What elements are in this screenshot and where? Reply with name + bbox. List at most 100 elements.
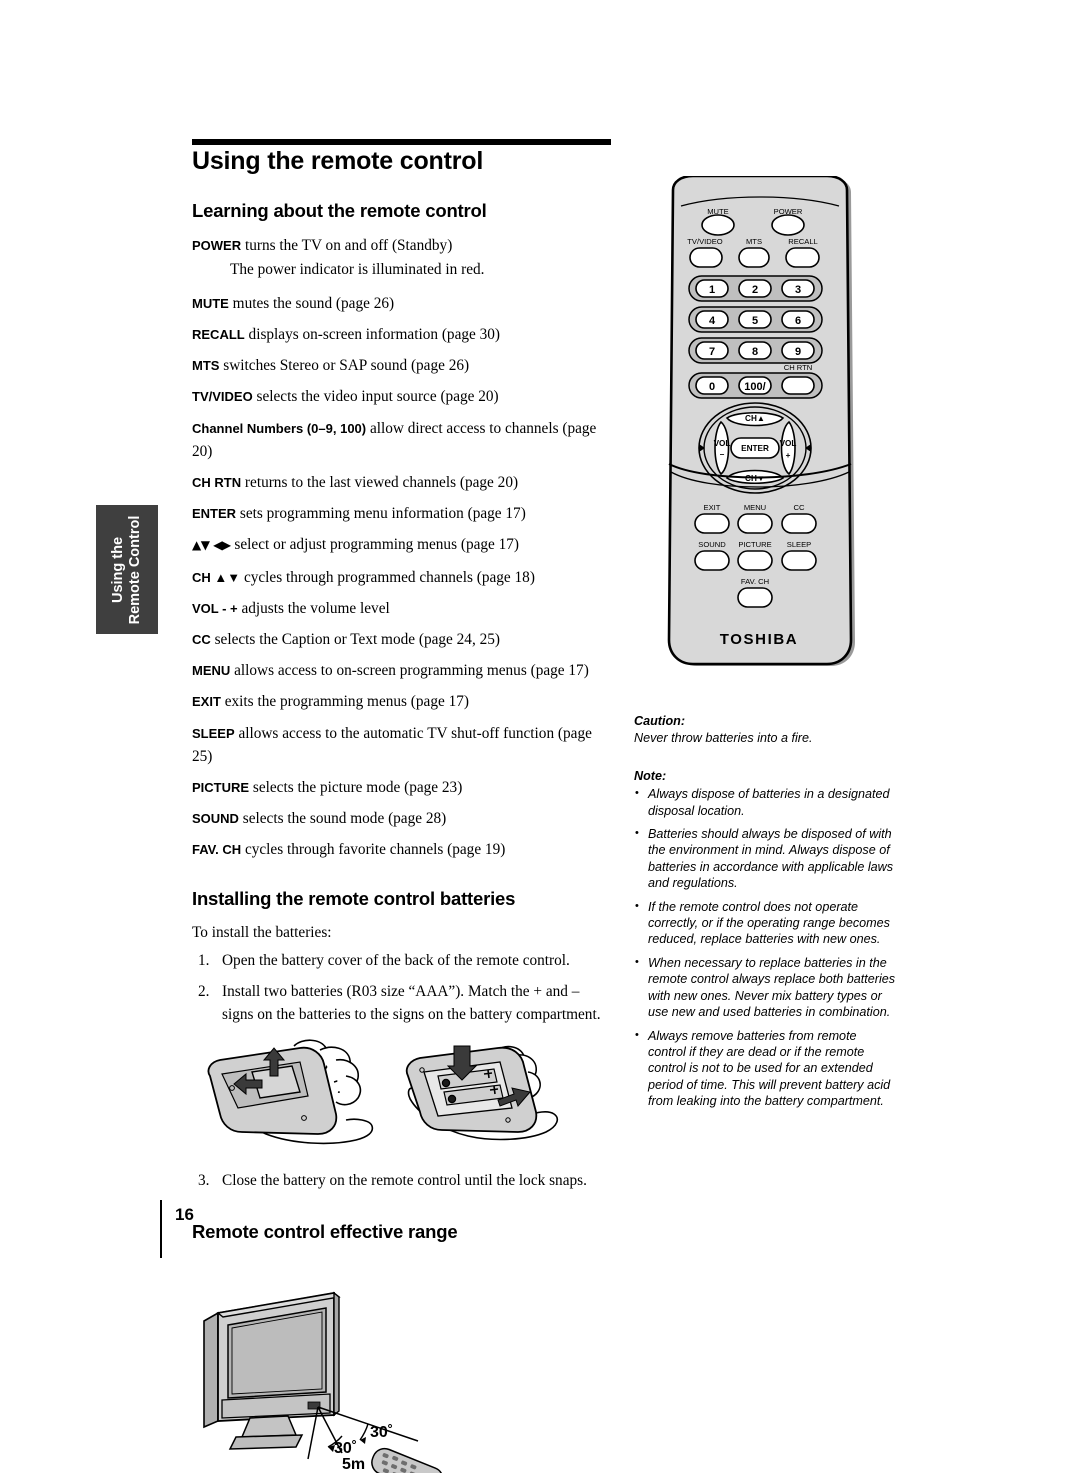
figure-open-cover [207, 1039, 374, 1145]
remote-control-illustration: .btn { fill:#ffffff; stroke:#000; stroke… [655, 174, 870, 673]
button-picture[interactable] [737, 550, 773, 571]
brand-logo-toshiba: TOSHIBA [720, 631, 798, 648]
feature-key: EXIT [192, 694, 221, 710]
label-vol-right: VOL [780, 439, 797, 448]
feature-key: FAV. CH [192, 842, 242, 858]
bullet-icon: • [635, 1028, 639, 1041]
label-num-1: 1 [709, 284, 715, 296]
button-fav-ch[interactable] [737, 587, 773, 608]
button-exit[interactable] [694, 513, 730, 534]
note-heading: Note: [634, 768, 667, 783]
feature-item-sound: SOUND selects the sound mode (page 28) [192, 807, 610, 830]
effective-range-section: Remote control effective range 30˚ 30˚ 5… [192, 1221, 610, 1478]
feature-text: cycles through programmed channels (page… [240, 568, 535, 586]
button-menu[interactable] [737, 513, 773, 534]
install-step-3: 3. Close the battery on the remote contr… [192, 1170, 610, 1193]
arrow-keys-icon: ▲▼ ◀▶ [192, 538, 231, 553]
feature-text: turns the TV on and off (Standby) [241, 237, 453, 254]
label-num-9: 9 [795, 346, 801, 358]
feature-item-enter: ENTER sets programming menu information … [192, 502, 610, 525]
feature-item-ch-updown: CH ▲▼ cycles through programmed channels… [192, 566, 610, 589]
button-sound[interactable] [694, 550, 730, 571]
note-text: Always remove batteries from remote cont… [648, 1028, 891, 1109]
label-ch-up: CH▲ [745, 414, 765, 423]
feature-item-mts: MTS switches Stereo or SAP sound (page 2… [192, 354, 610, 377]
side-tab-text: Using the Remote Control [110, 515, 144, 624]
side-tab-using-remote-control: Using the Remote Control [96, 505, 158, 634]
feature-text: switches Stereo or SAP sound (page 26) [219, 357, 470, 375]
feature-item-vol: VOL - + adjusts the volume level [192, 597, 610, 620]
notes-spacer [634, 747, 896, 768]
notes-bullet-list: • Always dispose of batteries in a desig… [634, 786, 896, 1109]
button-power[interactable] [771, 214, 805, 236]
feature-text: sets programming menu information (page … [236, 505, 526, 523]
label-cc: CC [794, 503, 805, 512]
feature-key: ENTER [192, 506, 237, 522]
page-title: Using the remote control [192, 147, 484, 175]
note-text: Batteries should always be disposed of w… [648, 827, 894, 891]
angle-label-left: 30˚ [334, 1440, 357, 1457]
note-bullet-item: • Batteries should always be disposed of… [634, 826, 896, 892]
feature-text: mutes the sound (page 26) [228, 294, 395, 312]
feature-item-exit: EXIT exits the programming menus (page 1… [192, 690, 610, 713]
button-mute[interactable] [701, 214, 735, 236]
note-bullet-item: • If the remote control does not operate… [634, 899, 896, 948]
feature-text: select or adjust programming menus (page… [230, 536, 520, 554]
label-picture: PICTURE [738, 540, 771, 549]
bullet-icon: • [635, 827, 639, 840]
feature-key: PICTURE [192, 779, 250, 795]
label-exit: EXIT [704, 503, 721, 512]
feature-text: returns to the last viewed channels (pag… [241, 473, 519, 491]
label-sound: SOUND [698, 540, 726, 549]
button-vol-minus[interactable] [714, 420, 730, 476]
label-num-4: 4 [709, 315, 716, 327]
feature-key: POWER [192, 238, 242, 253]
feature-item-picture: PICTURE selects the picture mode (page 2… [192, 776, 610, 799]
feature-text: selects the sound mode (page 28) [238, 810, 447, 828]
label-vol-left: VOL [714, 439, 731, 448]
distance-label: 5m [342, 1456, 365, 1473]
button-mts[interactable] [738, 247, 770, 268]
note-text: Always dispose of batteries in a designa… [648, 787, 890, 818]
label-num-7: 7 [709, 346, 715, 358]
feature-key: SLEEP [192, 725, 235, 741]
button-ch-rtn[interactable] [781, 376, 815, 395]
button-vol-plus[interactable] [780, 420, 796, 476]
feature-key: Channel Numbers (0–9, 100) [192, 420, 367, 436]
note-bullet-item: • When necessary to replace batteries in… [634, 955, 896, 1021]
remote-control-svg: .btn { fill:#ffffff; stroke:#000; stroke… [667, 174, 855, 666]
effective-range-figure: 30˚ 30˚ 5m [192, 1255, 610, 1478]
feature-item-tv-video: TV/VIDEO selects the video input source … [192, 385, 610, 408]
figure-insert-batteries [405, 1045, 559, 1141]
power-indicator-subline: The power indicator is illuminated in re… [230, 260, 485, 278]
feature-item-channel-numbers: Channel Numbers (0–9, 100) allow direct … [192, 417, 610, 463]
note-bullet-item: • Always dispose of batteries in a desig… [634, 786, 896, 819]
feature-text: selects the picture mode (page 23) [249, 778, 463, 796]
feature-list: POWER turns the TV on and off (Standby) … [192, 234, 610, 862]
install-step-1: 1. Open the battery cover of the back of… [192, 950, 610, 973]
label-recall: RECALL [788, 237, 818, 246]
button-recall[interactable] [785, 247, 820, 268]
heading-effective-range: Remote control effective range [192, 1220, 458, 1242]
label-mts: MTS [746, 237, 762, 246]
label-ch-rtn: CH RTN [784, 363, 813, 372]
feature-key: RECALL [192, 326, 245, 342]
feature-key: TV/VIDEO [192, 389, 253, 405]
feature-text: exits the programming menus (page 17) [220, 693, 469, 711]
note-text: When necessary to replace batteries in t… [648, 955, 896, 1020]
caution-text: Never throw batteries into a fire. [634, 731, 813, 746]
label-menu: MENU [744, 503, 766, 512]
button-sleep[interactable] [781, 550, 817, 571]
feature-text: allows access to on-screen programming m… [230, 662, 589, 680]
footer-rule [160, 1200, 162, 1258]
button-tv-video[interactable] [689, 247, 723, 268]
bullet-icon: • [635, 899, 639, 912]
step-text: Install two batteries (R03 size “AAA”). … [222, 983, 601, 1023]
button-cc[interactable] [781, 513, 817, 534]
page-number: 16 [175, 1205, 194, 1224]
label-num-100: 100/ [744, 381, 765, 393]
feature-key: VOL - + [192, 600, 238, 616]
side-tab-line1: Using the [110, 536, 126, 603]
step-text: Open the battery cover of the back of th… [222, 951, 570, 969]
feature-item-power: POWER turns the TV on and off (Standby) [192, 234, 610, 257]
